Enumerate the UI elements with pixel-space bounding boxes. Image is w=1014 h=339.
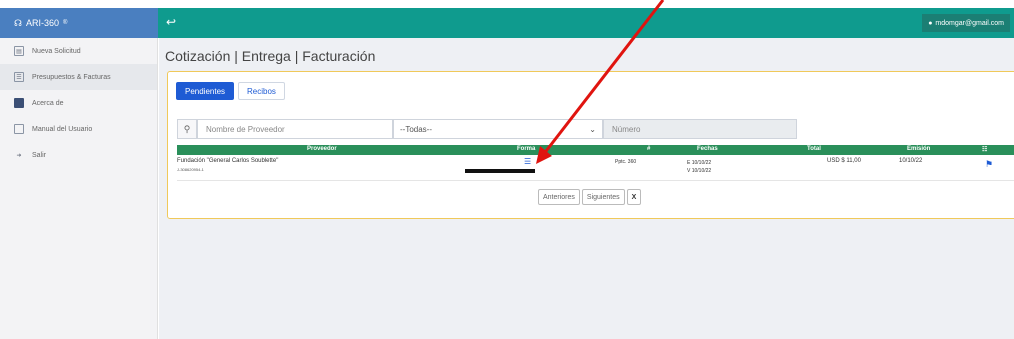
redacted-bar [465, 169, 535, 173]
row-proveedor: Fundación "General Carlos Soublette" [177, 158, 279, 164]
invoice-card: Pendientes Recibos ⚲ Nombre de Proveedor… [167, 71, 1014, 219]
page-title: Cotización | Entrega | Facturación [165, 48, 376, 64]
row-fecha-v: V 10/10/22 [687, 168, 712, 174]
sidebar-item-presupuestos[interactable]: ☰ Presupuestos & Facturas [0, 64, 157, 90]
sidebar-item-manual[interactable]: Manual del Usuario [0, 116, 157, 142]
sidebar-item-label: Salir [32, 151, 47, 159]
book-icon [14, 124, 24, 134]
table-row: Fundación "General Carlos Soublette" J-3… [177, 155, 1014, 181]
row-total: USD $ 11,00 [827, 158, 861, 164]
filter-bar: ⚲ Nombre de Proveedor --Todas-- ⌄ Número [177, 119, 797, 139]
user-menu[interactable]: ● mdomgar@gmail.com [922, 14, 1010, 32]
tab-recibos[interactable]: Recibos [238, 82, 285, 100]
row-fecha-e: E 10/10/22 [687, 160, 712, 166]
row-rif: J-308620954-1 [177, 167, 204, 172]
table-header: Proveedor Forma # Fechas Total Emisión ☷ [177, 145, 1014, 155]
flag-action-icon[interactable]: ⚑ [985, 159, 993, 170]
user-icon: ● [928, 19, 933, 27]
document-icon: ▤ [14, 46, 24, 56]
chevron-down-icon: ⌄ [589, 124, 596, 134]
sidebar-item-label: Manual del Usuario [32, 125, 93, 133]
invoice-table: Proveedor Forma # Fechas Total Emisión ☷… [177, 145, 1014, 181]
user-email: mdomgar@gmail.com [935, 19, 1004, 27]
top-bar: ↩ ● mdomgar@gmail.com [158, 8, 1014, 38]
main-content: Cotización | Entrega | Facturación Pendi… [159, 38, 1014, 339]
tab-bar: Pendientes Recibos [176, 82, 285, 100]
col-proveedor: Proveedor [307, 146, 337, 152]
col-emision: Emisión [907, 146, 931, 152]
sidebar-item-label: Nueva Solicitud [32, 47, 81, 55]
prev-button[interactable]: Anteriores [538, 189, 580, 205]
close-button[interactable]: X [626, 189, 642, 205]
sign-in-icon[interactable]: ↩ [166, 15, 176, 29]
tab-pendientes[interactable]: Pendientes [176, 82, 235, 100]
sidebar-item-acerca-de[interactable]: Acerca de [0, 90, 157, 116]
col-acciones: ☷ [982, 147, 988, 153]
status-select-value: --Todas-- [400, 124, 433, 134]
registered-mark: ® [63, 20, 68, 26]
next-button[interactable]: Siguientes [581, 189, 625, 205]
app-name: ARI-360 [26, 18, 60, 28]
col-formato: Forma [517, 146, 536, 152]
status-select[interactable]: --Todas-- ⌄ [393, 119, 603, 139]
sidebar: ▤ Nueva Solicitud ☰ Presupuestos & Factu… [0, 38, 158, 339]
list-icon: ☰ [14, 72, 24, 82]
sidebar-item-nueva-solicitud[interactable]: ▤ Nueva Solicitud [0, 38, 157, 64]
flag-icon [14, 98, 24, 108]
number-input[interactable]: Número [603, 119, 797, 139]
col-numero: # [647, 146, 651, 152]
app-brand[interactable]: ☊ ARI-360 ® [0, 8, 158, 38]
row-fechas: E 10/10/22 V 10/10/22 [687, 159, 711, 175]
provider-placeholder: Nombre de Proveedor [206, 124, 285, 134]
sidebar-item-label: Acerca de [32, 99, 64, 107]
row-emision: 10/10/22 [899, 158, 923, 164]
search-icon: ⚲ [177, 119, 197, 139]
cube-icon: ☊ [14, 17, 22, 28]
pagination: Anteriores Siguientes X [538, 189, 642, 205]
sidebar-item-salir[interactable]: ➜ Salir [0, 142, 157, 168]
sidebar-item-label: Presupuestos & Facturas [32, 73, 111, 81]
logout-icon: ➜ [16, 152, 22, 159]
number-placeholder: Número [612, 124, 641, 134]
provider-search-input[interactable]: Nombre de Proveedor [197, 119, 393, 139]
col-fechas: Fechas [697, 146, 718, 152]
format-list-icon[interactable]: ☰ [524, 157, 531, 166]
row-numero: Pptc. 360 [615, 159, 637, 165]
col-total: Total [807, 146, 821, 152]
